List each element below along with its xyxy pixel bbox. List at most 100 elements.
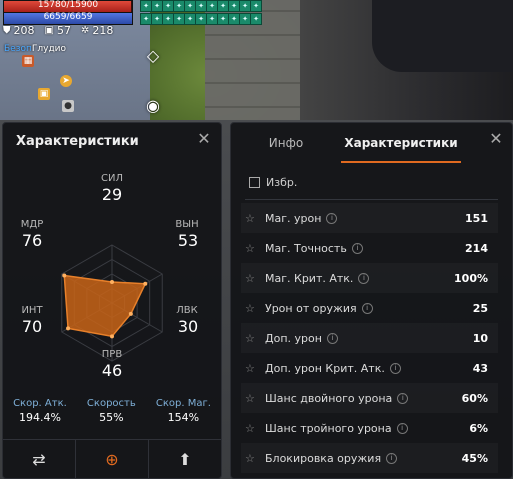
stat-dex-value: 30 <box>177 317 199 336</box>
hud-stats: ⛊ 208 ▣ 57 ✲ 218 <box>3 24 113 37</box>
stat-row[interactable]: ☆ Шанс тройного урона i 6% <box>241 413 498 443</box>
radar-point-str <box>110 279 114 284</box>
move-speed-value: 55% <box>99 411 124 424</box>
stat-row-label: Маг. урон <box>265 211 322 225</box>
star-icon[interactable]: ☆ <box>245 332 259 345</box>
stat-row-value: 214 <box>465 241 488 255</box>
zone-name: Глудио <box>31 44 67 54</box>
buff-icon[interactable]: ✦ <box>250 13 262 25</box>
quest-marker-icon[interactable]: ▣ <box>38 88 50 100</box>
star-icon[interactable]: ☆ <box>245 362 259 375</box>
map-pin-icon[interactable]: ◇ <box>143 46 163 66</box>
stats-panel-toolbar: ⇄ ⊕ ⬆ <box>3 439 221 478</box>
stat-wit-label: ПРВ <box>101 349 123 360</box>
stat-row-label: Шанс двойного урона <box>265 391 393 405</box>
stat-con-label: ВЫН <box>175 219 199 230</box>
stat-row-value: 151 <box>465 211 488 225</box>
stat-row[interactable]: ☆ Доп. урон Крит. Атк. i 43 <box>241 353 498 383</box>
zone-label: БезопГлудио <box>4 44 66 54</box>
tab-info[interactable]: Инфо <box>231 123 341 163</box>
move-speed-label: Скорость <box>86 398 136 409</box>
info-icon[interactable]: i <box>386 452 398 464</box>
cast-speed: Скор. Маг. 154% <box>156 398 211 424</box>
details-panel: Инфо Характеристики ✕ Избр. ☆ Маг. урон i 1… <box>230 122 513 479</box>
divider <box>245 199 498 200</box>
stat-int-label: ИНТ <box>21 305 43 316</box>
location-icon[interactable]: ◉ <box>143 96 163 116</box>
star-icon[interactable]: ☆ <box>245 452 259 465</box>
swap-icon: ⇄ <box>32 449 46 469</box>
stat-row-label: Шанс тройного урона <box>265 421 392 435</box>
close-icon[interactable]: ✕ <box>489 131 503 147</box>
favorites-checkbox[interactable] <box>249 177 260 188</box>
swap-button[interactable]: ⇄ <box>3 440 76 478</box>
info-icon[interactable]: i <box>361 302 373 314</box>
mp-text: 6659/6659 <box>43 12 93 22</box>
tab-characteristics[interactable]: Характеристики <box>341 123 461 163</box>
hud-stat-value: 218 <box>92 24 114 37</box>
cast-speed-value: 154% <box>167 411 200 424</box>
stat-dex-label: ЛВК <box>176 305 198 316</box>
zoom-icon: ⊕ <box>105 449 119 469</box>
stat-men-value: 76 <box>21 231 43 250</box>
buff-bar: ✦ ✦ ✦ ✦ ✦ ✦ ✦ ✦ ✦ ✦ ✦ ✦ ✦ ✦ ✦ ✦ ✦ ✦ ✦ ✦ ✦ ✦ <box>140 0 262 25</box>
radar-point-dex <box>128 311 133 316</box>
attack-speed-value: 194.4% <box>18 411 61 424</box>
gear-icon: ✲ <box>80 25 90 36</box>
info-icon[interactable]: i <box>351 242 363 254</box>
player-marker-icon: ➤ <box>60 75 72 87</box>
stat-row[interactable]: ☆ Доп. урон i 10 <box>241 323 498 353</box>
stat-list: ☆ Маг. урон i 151 ☆ Маг. Точность i 214 ☆ Маг. Кр… <box>241 203 498 473</box>
stat-row-label: Маг. Точность <box>265 241 347 255</box>
speed-stats: Скор. Атк. 194.4% Скорость 55% Скор. Маг… <box>3 398 221 424</box>
hud-stat-value: 57 <box>56 24 71 37</box>
stat-row[interactable]: ☆ Урон от оружия i 25 <box>241 293 498 323</box>
radar-point-men <box>62 273 67 278</box>
star-icon[interactable]: ☆ <box>245 302 259 315</box>
stat-row[interactable]: ☆ Маг. Крит. Атк. i 100% <box>241 263 498 293</box>
star-icon[interactable]: ☆ <box>245 422 259 435</box>
star-icon[interactable]: ☆ <box>245 392 259 405</box>
favorites-filter[interactable]: Избр. <box>249 176 297 189</box>
stat-str-value: 29 <box>101 185 123 204</box>
star-icon[interactable]: ☆ <box>245 212 259 225</box>
info-icon[interactable]: i <box>358 272 370 284</box>
stat-row-label: Доп. урон <box>265 331 322 345</box>
buff-icon[interactable]: ✦ <box>250 0 262 12</box>
attack-speed: Скор. Атк. 194.4% <box>13 398 67 424</box>
up-button[interactable]: ⬆ <box>149 440 221 478</box>
stats-panel-title: Характеристики <box>16 134 139 149</box>
map-marker-icon[interactable]: ▦ <box>22 55 34 67</box>
zoom-button[interactable]: ⊕ <box>76 440 149 478</box>
stat-row[interactable]: ☆ Шанс двойного урона i 60% <box>241 383 498 413</box>
stat-row[interactable]: ☆ Маг. урон i 151 <box>241 203 498 233</box>
hud-stat-value: 208 <box>13 24 35 37</box>
radar-point-wit <box>110 334 114 339</box>
info-icon[interactable]: i <box>326 212 338 224</box>
stat-str-label: СИЛ <box>101 173 123 184</box>
stat-row-value: 43 <box>472 361 488 375</box>
info-icon[interactable]: i <box>396 422 408 434</box>
hud-stat: ✲ 218 <box>81 24 113 37</box>
npc-marker-icon[interactable]: ● <box>62 100 74 112</box>
info-icon[interactable]: i <box>397 392 409 404</box>
hp-text: 15780/15900 <box>37 0 99 10</box>
hud-stat: ⛊ 208 <box>3 24 35 37</box>
move-speed: Скорость 55% <box>87 398 136 424</box>
radar-stat-area <box>63 274 147 338</box>
attack-speed-label: Скор. Атк. <box>13 398 67 409</box>
helmet-icon: ▣ <box>44 25 54 36</box>
stat-row-value: 45% <box>461 451 488 465</box>
stat-row-value: 6% <box>469 421 488 435</box>
favorites-label: Избр. <box>266 176 298 189</box>
zone-safety: Безоп <box>4 44 32 54</box>
stat-row-value: 60% <box>461 391 488 405</box>
stat-row[interactable]: ☆ Блокировка оружия i 45% <box>241 443 498 473</box>
stat-row[interactable]: ☆ Маг. Точность i 214 <box>241 233 498 263</box>
close-icon[interactable]: ✕ <box>197 131 211 147</box>
info-icon[interactable]: i <box>326 332 338 344</box>
stat-con-value: 53 <box>177 231 199 250</box>
star-icon[interactable]: ☆ <box>245 242 259 255</box>
star-icon[interactable]: ☆ <box>245 272 259 285</box>
info-icon[interactable]: i <box>389 362 401 374</box>
